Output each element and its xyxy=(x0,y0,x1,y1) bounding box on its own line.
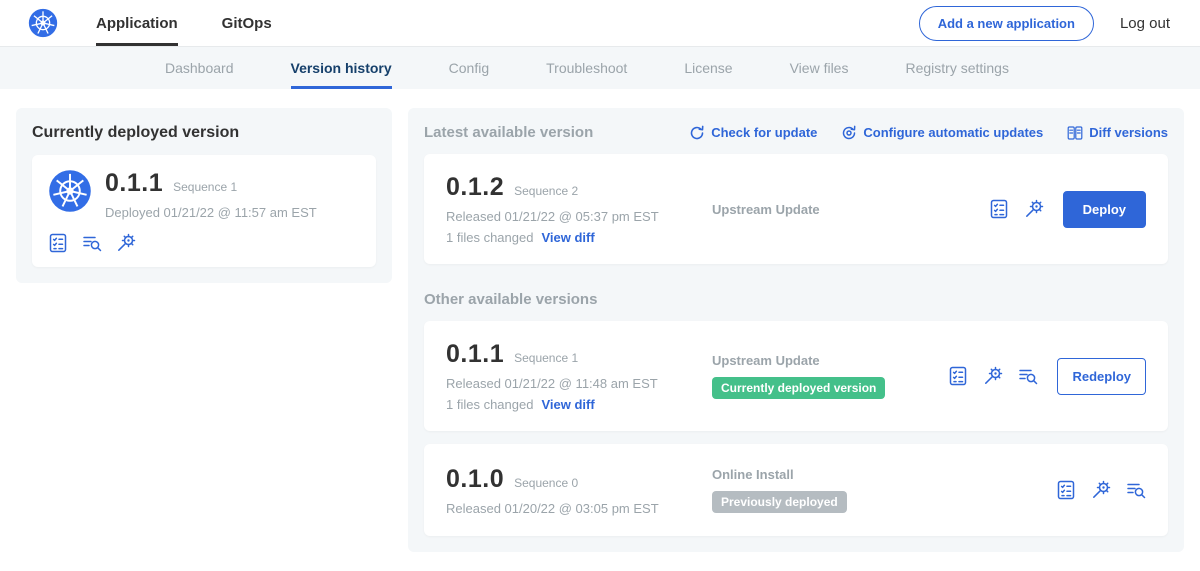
release-timestamp: Released 01/21/22 @ 11:48 am EST xyxy=(446,376,698,391)
subnav-version-history[interactable]: Version history xyxy=(291,47,392,89)
check-for-update-label: Check for update xyxy=(711,125,817,140)
version-actions: Check for update Configure automatic upd… xyxy=(689,125,1168,141)
source-label: Upstream Update xyxy=(712,353,948,368)
deploy-logs-icon[interactable] xyxy=(82,233,102,253)
deploy-logs-icon[interactable] xyxy=(1018,366,1038,386)
other-versions-title: Other available versions xyxy=(424,291,1168,308)
version-sequence: Sequence 0 xyxy=(514,476,578,490)
previously-deployed-badge: Previously deployed xyxy=(712,491,847,513)
release-notes-icon[interactable] xyxy=(48,233,68,253)
version-card-latest: 0.1.2 Sequence 2 Released 01/21/22 @ 05:… xyxy=(424,154,1168,264)
release-timestamp: Released 01/20/22 @ 03:05 pm EST xyxy=(446,501,698,516)
configure-automatic-updates-button[interactable]: Configure automatic updates xyxy=(841,125,1043,141)
deployed-timestamp: Deployed 01/21/22 @ 11:57 am EST xyxy=(105,205,317,220)
files-changed-label: 1 files changed xyxy=(446,230,533,245)
currently-deployed-panel: Currently deployed version 0.1.1 Sequenc… xyxy=(16,108,392,283)
version-card-0-1-1: 0.1.1 Sequence 1 Released 01/21/22 @ 11:… xyxy=(424,321,1168,431)
version-history-panel: Latest available version Check for updat… xyxy=(408,108,1184,552)
kubernetes-logo-icon xyxy=(28,8,58,38)
currently-deployed-badge: Currently deployed version xyxy=(712,377,885,399)
deployed-version-summary: 0.1.1 Sequence 1 Deployed 01/21/22 @ 11:… xyxy=(48,169,360,220)
edit-config-icon[interactable] xyxy=(116,233,136,253)
version-number: 0.1.1 xyxy=(446,340,504,369)
release-timestamp: Released 01/21/22 @ 05:37 pm EST xyxy=(446,209,698,224)
tab-gitops[interactable]: GitOps xyxy=(222,0,272,46)
release-notes-icon[interactable] xyxy=(948,366,968,386)
deployed-sequence: Sequence 1 xyxy=(173,180,237,194)
release-notes-icon[interactable] xyxy=(989,199,1009,219)
top-nav: Application GitOps xyxy=(96,0,316,46)
logout-link[interactable]: Log out xyxy=(1120,15,1170,32)
diff-icon xyxy=(1067,125,1083,141)
deployed-version-number: 0.1.1 xyxy=(105,169,163,198)
deploy-logs-icon[interactable] xyxy=(1126,480,1146,500)
diff-versions-button[interactable]: Diff versions xyxy=(1067,125,1168,141)
source-label: Upstream Update xyxy=(712,202,989,217)
version-card-actions: Redeploy xyxy=(948,358,1146,395)
latest-version-title: Latest available version xyxy=(424,124,593,141)
version-source: Upstream Update Currently deployed versi… xyxy=(698,353,948,399)
deployed-version-card: 0.1.1 Sequence 1 Deployed 01/21/22 @ 11:… xyxy=(32,155,376,267)
subnav-config[interactable]: Config xyxy=(449,47,489,89)
configure-automatic-updates-label: Configure automatic updates xyxy=(863,125,1043,140)
version-info: 0.1.0 Sequence 0 Released 01/20/22 @ 03:… xyxy=(446,465,698,516)
check-for-update-button[interactable]: Check for update xyxy=(689,125,817,141)
subnav-troubleshoot[interactable]: Troubleshoot xyxy=(546,47,627,89)
subnav-dashboard[interactable]: Dashboard xyxy=(165,47,234,89)
top-right-actions: Add a new application Log out xyxy=(919,6,1170,41)
files-changed-label: 1 files changed xyxy=(446,397,533,412)
version-source: Online Install Previously deployed xyxy=(698,467,1056,513)
view-diff-link[interactable]: View diff xyxy=(541,230,594,245)
latest-version-header: Latest available version Check for updat… xyxy=(424,124,1168,141)
refresh-icon xyxy=(689,125,705,141)
tab-application[interactable]: Application xyxy=(96,0,178,46)
add-application-button[interactable]: Add a new application xyxy=(919,6,1094,41)
version-info: 0.1.1 Sequence 1 Released 01/21/22 @ 11:… xyxy=(446,340,698,412)
app-icon xyxy=(48,169,92,213)
version-number: 0.1.2 xyxy=(446,173,504,202)
diff-versions-label: Diff versions xyxy=(1089,125,1168,140)
subnav-view-files[interactable]: View files xyxy=(790,47,849,89)
version-info: 0.1.2 Sequence 2 Released 01/21/22 @ 05:… xyxy=(446,173,698,245)
deployed-panel-title: Currently deployed version xyxy=(32,124,376,142)
version-number: 0.1.0 xyxy=(446,465,504,494)
version-sequence: Sequence 2 xyxy=(514,184,578,198)
edit-config-icon[interactable] xyxy=(1091,480,1111,500)
top-bar: Application GitOps Add a new application… xyxy=(0,0,1200,47)
auto-update-icon xyxy=(841,125,857,141)
deploy-button[interactable]: Deploy xyxy=(1063,191,1146,228)
view-diff-link[interactable]: View diff xyxy=(541,397,594,412)
deployed-version-info: 0.1.1 Sequence 1 Deployed 01/21/22 @ 11:… xyxy=(105,169,317,220)
subnav-registry-settings[interactable]: Registry settings xyxy=(905,47,1008,89)
source-label: Online Install xyxy=(712,467,1056,482)
subnav-license[interactable]: License xyxy=(684,47,732,89)
deployed-actions xyxy=(48,233,360,253)
version-sequence: Sequence 1 xyxy=(514,351,578,365)
main-content: Currently deployed version 0.1.1 Sequenc… xyxy=(0,89,1200,571)
edit-config-icon[interactable] xyxy=(1024,199,1044,219)
version-card-actions: Deploy xyxy=(989,191,1146,228)
redeploy-button[interactable]: Redeploy xyxy=(1057,358,1146,395)
version-card-0-1-0: 0.1.0 Sequence 0 Released 01/20/22 @ 03:… xyxy=(424,444,1168,536)
edit-config-icon[interactable] xyxy=(983,366,1003,386)
release-notes-icon[interactable] xyxy=(1056,480,1076,500)
app-subnav: Dashboard Version history Config Trouble… xyxy=(0,47,1200,89)
version-card-actions xyxy=(1056,480,1146,500)
version-source: Upstream Update xyxy=(698,202,989,217)
